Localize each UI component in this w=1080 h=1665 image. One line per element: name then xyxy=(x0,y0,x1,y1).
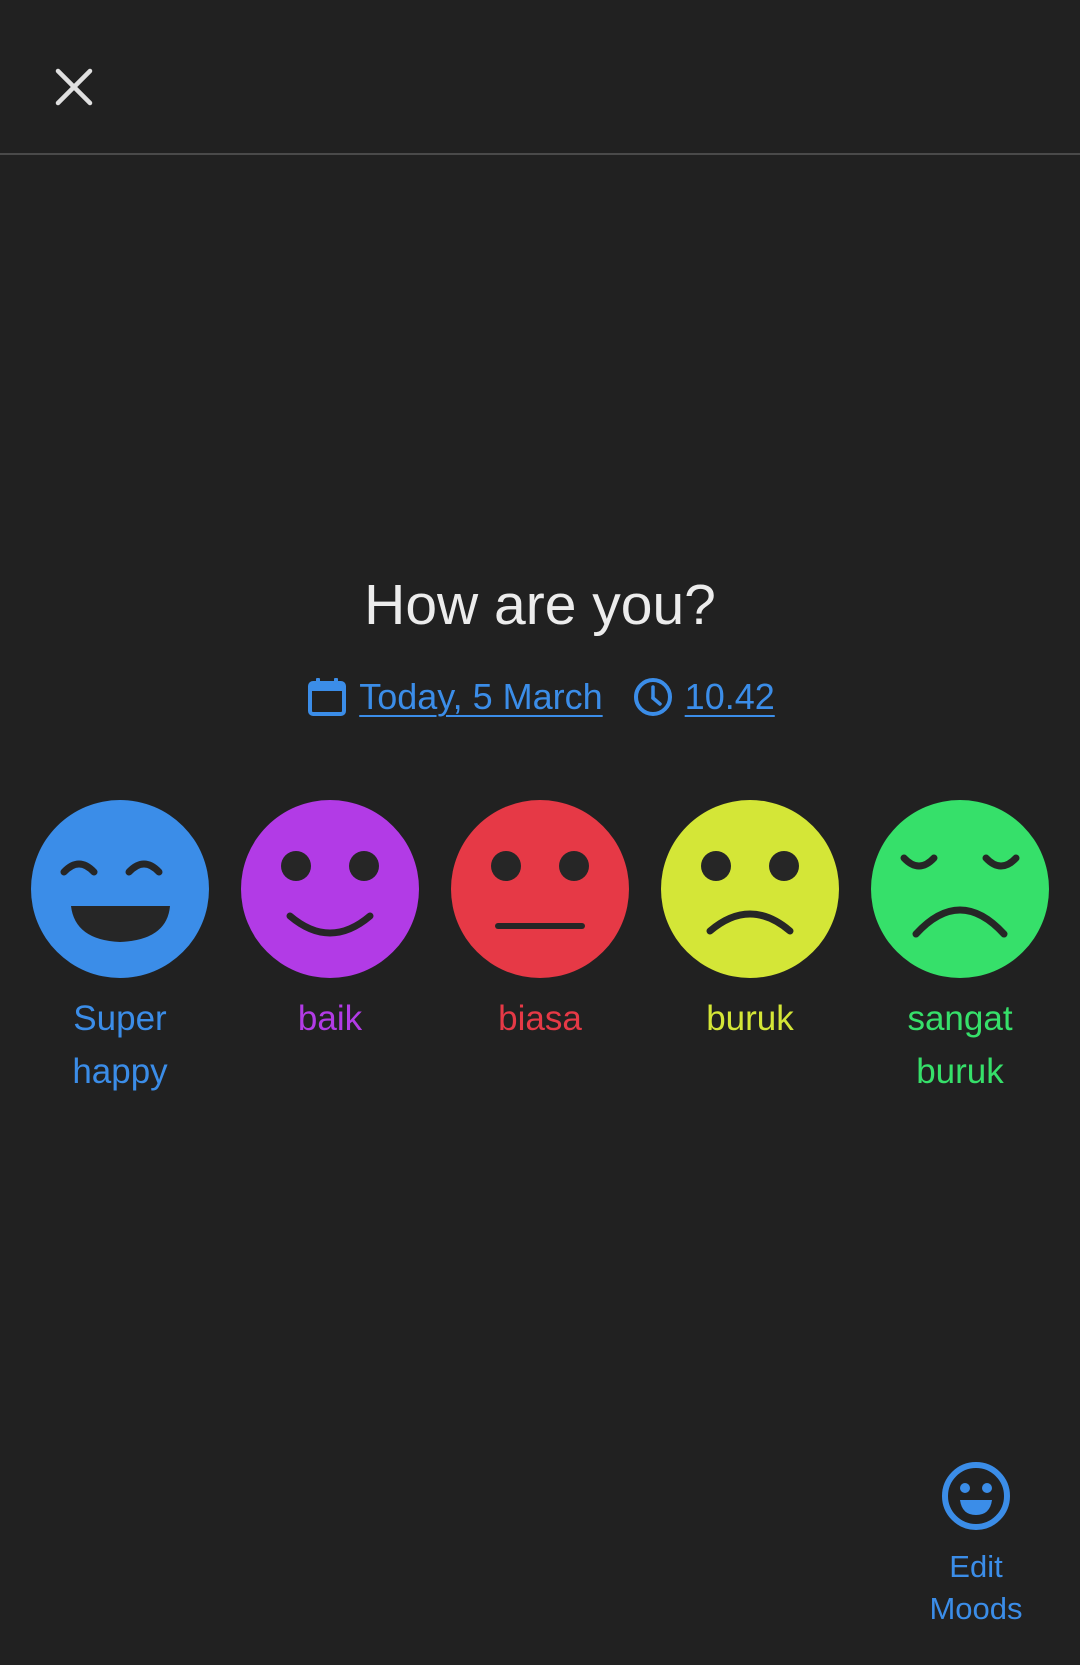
mood-label: sangat buruk xyxy=(907,999,1013,1091)
mood-option-baik[interactable]: baik xyxy=(225,800,435,1045)
mood-option-buruk[interactable]: buruk xyxy=(645,800,855,1045)
mood-entry-screen: How are you? Today, 5 March 10.42 Super … xyxy=(0,0,1080,1665)
time-label: 10.42 xyxy=(684,676,775,717)
mood-label: baik xyxy=(297,999,363,1038)
mood-label: buruk xyxy=(706,999,794,1038)
neutral-face-icon xyxy=(451,800,629,978)
very-sad-face-icon xyxy=(871,800,1049,978)
clock-icon xyxy=(631,675,675,719)
mood-option-super-happy[interactable]: Super happy xyxy=(15,800,225,1098)
page-title: How are you? xyxy=(364,573,716,637)
edit-moods-button[interactable]: Edit Moods xyxy=(906,1460,1046,1630)
close-icon xyxy=(55,68,93,106)
date-picker[interactable]: Today, 5 March xyxy=(305,675,603,719)
edit-moods-label: Edit Moods xyxy=(929,1549,1023,1626)
smiley-outline-icon xyxy=(942,1462,1010,1530)
time-picker[interactable]: 10.42 xyxy=(631,675,775,719)
mood-label: biasa xyxy=(498,999,582,1038)
smiling-face-icon xyxy=(241,800,419,978)
mood-option-sangat-buruk[interactable]: sangat buruk xyxy=(855,800,1065,1098)
date-label: Today, 5 March xyxy=(359,676,603,717)
top-bar xyxy=(0,0,1080,155)
close-button[interactable] xyxy=(44,57,104,117)
mood-option-biasa[interactable]: biasa xyxy=(435,800,645,1045)
sad-face-icon xyxy=(661,800,839,978)
mood-label: Super happy xyxy=(72,999,168,1091)
date-time-row: Today, 5 March 10.42 xyxy=(0,675,1080,719)
calendar-icon xyxy=(305,675,349,719)
laughing-face-icon xyxy=(31,800,209,978)
mood-selector: Super happy baik biasa buruk sangat buru… xyxy=(0,800,1080,1100)
